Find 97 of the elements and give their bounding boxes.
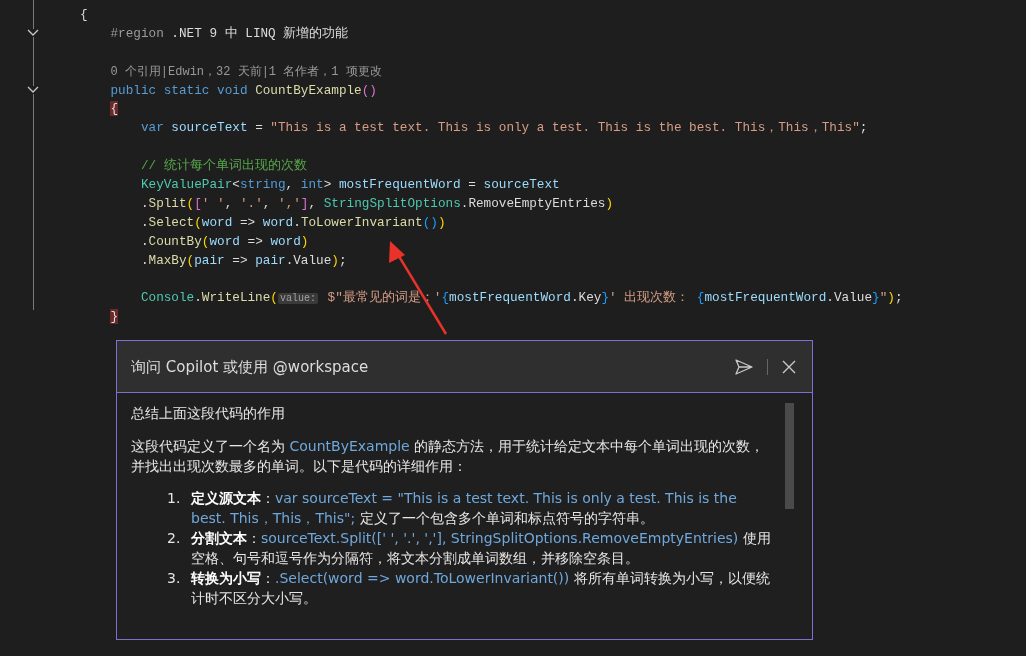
chat-input-field[interactable]: 询问 Copilot 或使用 @workspace bbox=[131, 353, 721, 380]
list-number: 1. bbox=[167, 489, 182, 508]
code-token: = bbox=[467, 176, 477, 192]
code-token: ) bbox=[605, 195, 614, 211]
code-token: word bbox=[262, 214, 294, 230]
code-token: () bbox=[361, 82, 377, 98]
code-token: ToLowerInvariant bbox=[300, 214, 423, 230]
code-token: word bbox=[270, 233, 301, 249]
code-token: [ bbox=[194, 195, 202, 211]
answer-paragraph: 这段代码定义了一个名为 CountByExample 的静态方法，用于统计给定文本中每个单词出现的次数，并找出出现次数最多的单词。以下是代码的详细作用： bbox=[131, 437, 766, 476]
code-token: var bbox=[140, 120, 164, 136]
list-item-text: 分割文本：sourceText.Split([' ', '.', ','], StringSplitOptions.RemoveEmptyEntries) 使用空格、句号和逗号作为分隔符，将文本分割成单词数组，并移除空条目。 bbox=[191, 529, 772, 568]
chat-input-bar[interactable]: 询问 Copilot 或使用 @workspace bbox=[117, 341, 812, 393]
list-number: 3. bbox=[167, 569, 182, 588]
code-token: { bbox=[110, 101, 119, 117]
code-token: pair bbox=[194, 252, 225, 268]
code-token: => bbox=[246, 233, 264, 249]
code-token: .RemoveEmptyEntries bbox=[460, 195, 606, 211]
code-token: sourceText bbox=[170, 120, 248, 136]
collapse-chevron-icon[interactable] bbox=[27, 29, 39, 38]
code-token: () bbox=[422, 214, 438, 230]
code-token: WriteLine bbox=[201, 290, 271, 306]
code-token: word bbox=[201, 214, 233, 230]
code-token: , bbox=[262, 195, 272, 211]
code-token: . bbox=[293, 214, 301, 230]
code-token: .Key bbox=[570, 290, 602, 306]
send-icon[interactable] bbox=[735, 358, 753, 375]
code-token: ) bbox=[331, 252, 339, 268]
code-token: // 统计每个单词出现的次数 bbox=[140, 158, 307, 174]
code-token: , bbox=[224, 195, 234, 211]
code-token: . bbox=[194, 290, 202, 306]
code-token: . bbox=[140, 195, 149, 211]
code-token: . bbox=[140, 214, 149, 230]
code-token: #region bbox=[110, 25, 164, 41]
code-token: value: bbox=[278, 293, 318, 305]
code-token: mostFrequentWord bbox=[704, 290, 827, 306]
code-token: < bbox=[232, 176, 240, 192]
code-token: .NET 9 中 LINQ 新增的功能 bbox=[170, 25, 349, 41]
code-token: ',' bbox=[278, 195, 301, 211]
code-token: > bbox=[323, 176, 333, 192]
code-token: { bbox=[441, 290, 450, 306]
code-token: ) bbox=[887, 290, 895, 306]
code-token: $"最常见的词是：' bbox=[326, 290, 442, 306]
code-token: " bbox=[879, 290, 888, 306]
code-token: , bbox=[308, 195, 318, 211]
list-item-text: 定义源文本：var sourceText = "This is a test text. This is only a test. This is the best. This，This，This"; 定义了一个包含多个单词和标点符号的字符串。 bbox=[191, 489, 738, 528]
code-token: ( bbox=[270, 290, 278, 306]
code-token: . bbox=[140, 233, 149, 249]
code-token: "This is a test text. This is only a test. This is the best. This，This，This" bbox=[270, 120, 860, 136]
code-token: Console bbox=[140, 290, 195, 306]
code-token: { bbox=[80, 6, 88, 22]
code-token: ( bbox=[194, 214, 202, 230]
code-token: 0 个引用|Edwin，32 天前|1 名作者，1 项更改 bbox=[110, 64, 382, 79]
code-token: pair bbox=[255, 252, 286, 268]
scrollbar[interactable] bbox=[785, 403, 794, 509]
code-token: StringSplitOptions bbox=[323, 195, 461, 211]
list-item-text: 转换为小写：.Select(word => word.ToLowerInvariant()) 将所有单词转换为小写，以便统计时不区分大小写。 bbox=[191, 569, 771, 608]
code-token: '.' bbox=[239, 195, 263, 211]
code-token: Split bbox=[148, 195, 187, 211]
close-icon[interactable] bbox=[782, 359, 796, 374]
code-token: { bbox=[696, 290, 705, 306]
user-prompt: 总结上面这段代码的作用 bbox=[131, 404, 286, 423]
code-token: => bbox=[238, 214, 257, 230]
code-token: public static void bbox=[110, 82, 249, 98]
code-token: } bbox=[110, 309, 119, 325]
code-token: .Value bbox=[826, 290, 872, 306]
code-token: CountBy bbox=[148, 233, 202, 249]
code-token: sourceText bbox=[483, 176, 560, 192]
code-token: = bbox=[254, 120, 264, 136]
code-token: . bbox=[140, 252, 149, 268]
code-token: mostFrequentWord bbox=[338, 176, 461, 192]
code-token: string bbox=[239, 176, 286, 192]
code-token: CountByExample bbox=[255, 82, 362, 98]
code-token: ; bbox=[894, 290, 903, 306]
code-token: .Value bbox=[285, 252, 332, 268]
code-token: => bbox=[231, 252, 249, 268]
code-token: ' ' bbox=[201, 195, 225, 211]
code-token: ) bbox=[437, 214, 446, 230]
code-token: word bbox=[209, 233, 240, 249]
code-token: ; bbox=[338, 252, 347, 268]
code-token: } bbox=[872, 290, 880, 306]
code-token: ( bbox=[186, 195, 195, 211]
code-token: ; bbox=[859, 120, 868, 136]
code-token: ( bbox=[201, 233, 210, 249]
code-token: ] bbox=[300, 195, 309, 211]
code-token: KeyValuePair bbox=[140, 176, 233, 192]
code-token: ) bbox=[300, 233, 309, 249]
code-token: int bbox=[300, 176, 324, 192]
code-token: ( bbox=[186, 252, 195, 268]
code-token: Select bbox=[148, 214, 195, 230]
collapse-chevron-icon[interactable] bbox=[27, 86, 39, 94]
code-token: , bbox=[285, 176, 295, 192]
code-token: MaxBy bbox=[148, 252, 187, 268]
list-number: 2. bbox=[167, 529, 182, 548]
code-token: ' 出现次数： bbox=[609, 290, 691, 306]
code-token: mostFrequentWord bbox=[449, 290, 571, 306]
code-token: } bbox=[601, 290, 609, 306]
